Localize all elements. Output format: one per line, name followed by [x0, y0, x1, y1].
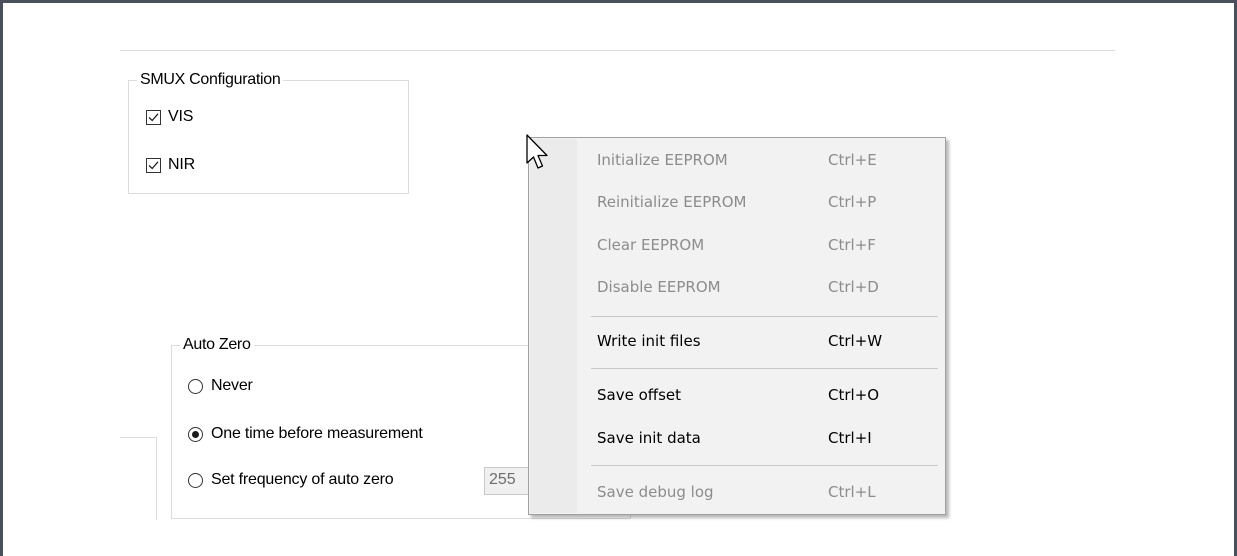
vis-checkbox[interactable]: [146, 109, 161, 125]
partial-panel: [120, 437, 157, 520]
menu-item-save-init-data[interactable]: Save init data Ctrl+I: [597, 422, 907, 454]
auto-zero-group-title: Auto Zero: [180, 336, 254, 354]
smux-group-title: SMUX Configuration: [137, 71, 284, 89]
menu-item-disable-eeprom[interactable]: Disable EEPROM Ctrl+D: [597, 271, 907, 303]
never-radio[interactable]: [188, 378, 203, 394]
never-label: Never: [211, 377, 253, 394]
one-time-radio-row[interactable]: One time before measurement: [188, 425, 423, 443]
menu-item-label: Write init files: [597, 332, 701, 350]
top-separator: [120, 50, 1115, 51]
menu-item-label: Save init data: [597, 429, 701, 447]
nir-label: NIR: [168, 156, 195, 173]
never-radio-row[interactable]: Never: [188, 377, 253, 395]
menu-icon-gutter: [530, 139, 577, 513]
menu-item-shortcut: Ctrl+D: [828, 278, 879, 296]
one-time-label: One time before measurement: [211, 425, 423, 442]
menu-item-label: Save debug log: [597, 483, 714, 501]
menu-item-save-offset[interactable]: Save offset Ctrl+O: [597, 379, 907, 411]
one-time-radio[interactable]: [188, 426, 203, 442]
smux-configuration-group: SMUX Configuration: [128, 71, 409, 194]
context-menu: Initialize EEPROM Ctrl+E Reinitialize EE…: [528, 137, 946, 515]
arrow-pointer-icon: [526, 134, 548, 169]
set-frequency-radio-row[interactable]: Set frequency of auto zero: [188, 471, 394, 489]
set-frequency-radio[interactable]: [188, 472, 203, 488]
menu-item-shortcut: Ctrl+F: [828, 236, 876, 254]
checkmark-icon: [148, 112, 159, 121]
vis-label: VIS: [168, 108, 194, 125]
menu-item-save-debug-log[interactable]: Save debug log Ctrl+L: [597, 476, 907, 508]
menu-item-shortcut: Ctrl+W: [828, 332, 883, 350]
menu-item-shortcut: Ctrl+I: [828, 429, 872, 447]
menu-item-reinitialize-eeprom[interactable]: Reinitialize EEPROM Ctrl+P: [597, 186, 907, 218]
menu-item-initialize-eeprom[interactable]: Initialize EEPROM Ctrl+E: [597, 144, 907, 176]
frequency-input[interactable]: 255: [484, 467, 534, 495]
menu-separator: [591, 465, 938, 466]
menu-item-label: Clear EEPROM: [597, 236, 705, 254]
menu-item-label: Reinitialize EEPROM: [597, 193, 747, 211]
nir-checkbox[interactable]: [146, 157, 161, 173]
nir-checkbox-row[interactable]: NIR: [146, 156, 195, 174]
menu-item-label: Disable EEPROM: [597, 278, 721, 296]
vis-checkbox-row[interactable]: VIS: [146, 108, 193, 126]
menu-separator: [591, 316, 938, 317]
menu-item-label: Initialize EEPROM: [597, 151, 728, 169]
menu-item-shortcut: Ctrl+O: [828, 386, 880, 404]
menu-separator: [591, 368, 938, 369]
checkmark-icon: [148, 160, 159, 169]
menu-item-shortcut: Ctrl+E: [828, 151, 877, 169]
menu-item-write-init-files[interactable]: Write init files Ctrl+W: [597, 325, 907, 357]
menu-item-shortcut: Ctrl+P: [828, 193, 877, 211]
menu-item-clear-eeprom[interactable]: Clear EEPROM Ctrl+F: [597, 229, 907, 261]
menu-item-shortcut: Ctrl+L: [828, 483, 876, 501]
set-frequency-label: Set frequency of auto zero: [211, 471, 394, 488]
menu-item-label: Save offset: [597, 386, 682, 404]
